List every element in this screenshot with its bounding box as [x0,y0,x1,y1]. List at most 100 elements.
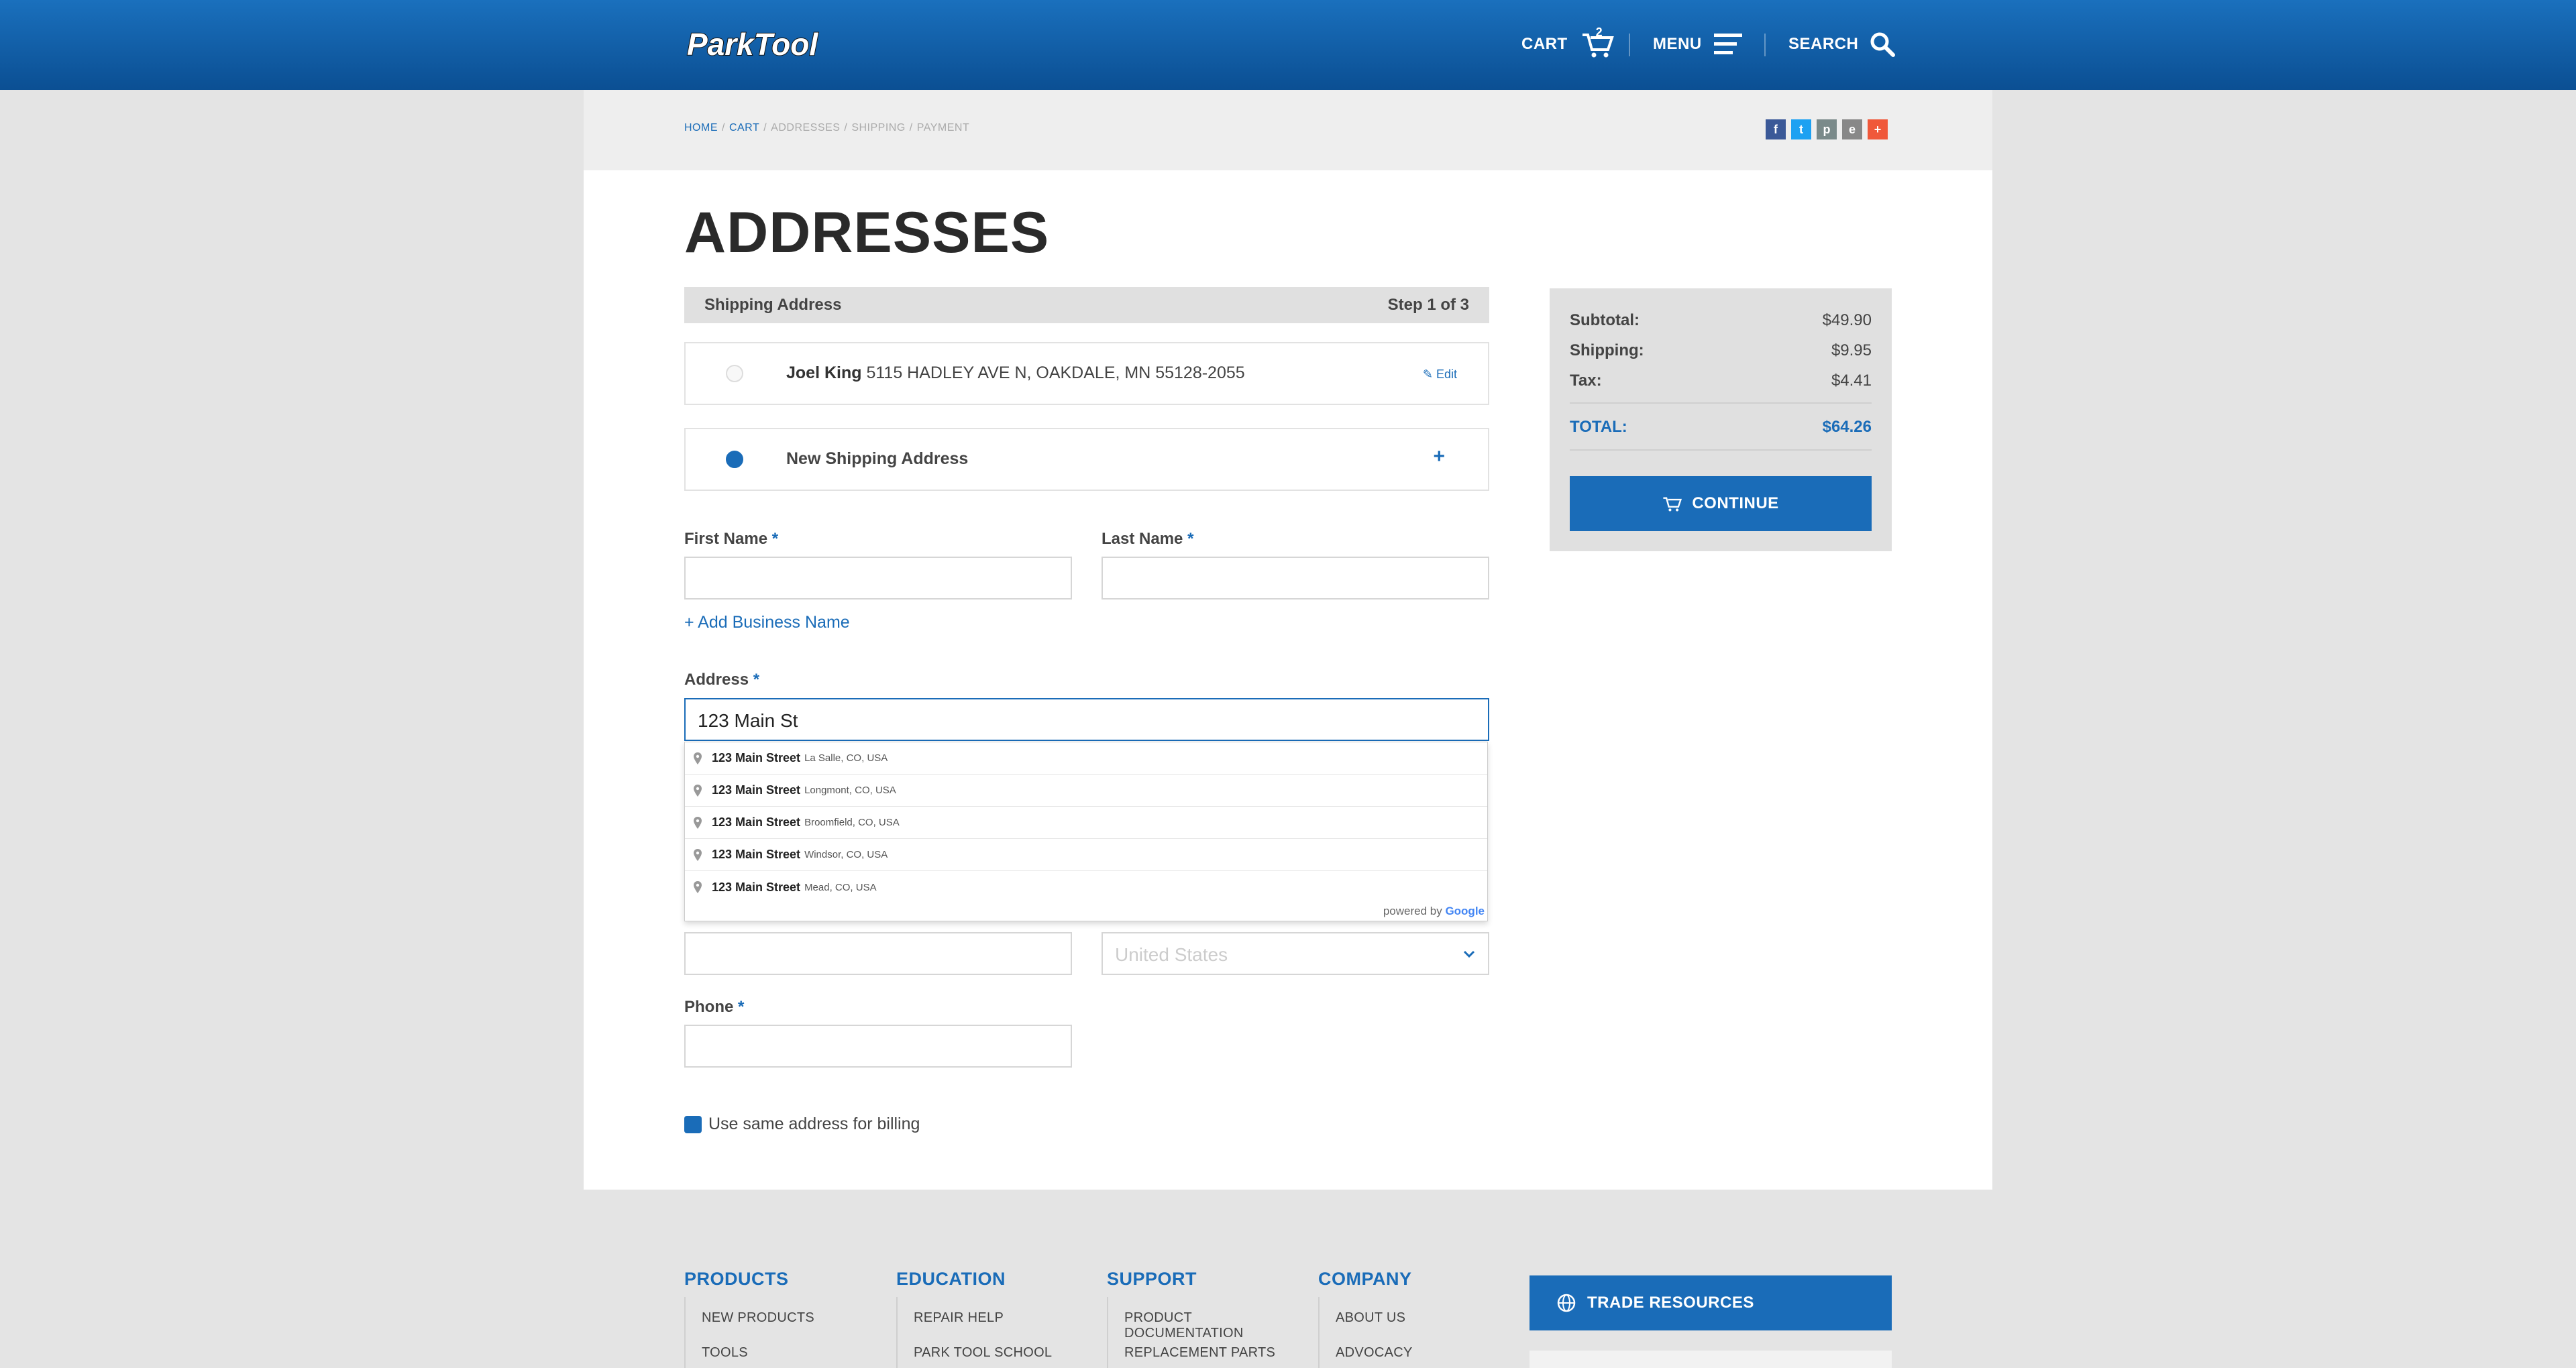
footer-support-title[interactable]: SUPPORT [1107,1269,1197,1290]
saved-address-radio[interactable] [726,365,743,382]
autocomplete-item[interactable]: 123 Main Street La Salle, CO, USA [685,742,1487,775]
footer-link[interactable]: PARK TOOL SCHOOL [914,1345,1052,1361]
autocomplete-item[interactable]: 123 Main Street Broomfield, CO, USA [685,807,1487,839]
cart-count: 2 [1595,25,1603,39]
subtotal-label: Subtotal: [1570,311,1640,329]
add-business-name-link[interactable]: + Add Business Name [684,613,850,632]
saved-address-text: Joel King 5115 HADLEY AVE N, OAKDALE, MN… [786,363,1245,383]
continue-button[interactable]: CONTINUE [1570,476,1872,531]
map-pin-icon [694,881,702,893]
footer-education-title[interactable]: EDUCATION [896,1269,1006,1290]
cart-nav[interactable]: CART 2 [1521,25,1615,62]
new-address-radio[interactable] [726,451,743,468]
country-value: United States [1115,944,1228,965]
shipping-row: Shipping: $9.95 [1570,341,1872,360]
breadcrumb-payment: PAYMENT [916,122,970,133]
footer-link[interactable]: ADVOCACY [1336,1345,1413,1361]
hamburger-icon [1713,34,1742,54]
step-bar: Shipping Address Step 1 of 3 [684,287,1489,323]
autocomplete-main: 123 Main Street [712,848,801,861]
footer-company-title[interactable]: COMPANY [1318,1269,1412,1290]
first-name-label-text: First Name [684,530,768,548]
edit-label: Edit [1436,367,1457,381]
total-label: TOTAL: [1570,418,1627,436]
saved-address-option[interactable]: Joel King 5115 HADLEY AVE N, OAKDALE, MN… [684,342,1489,405]
footer-link[interactable]: NEW PRODUCTS [702,1310,814,1326]
facebook-share-icon[interactable]: f [1766,119,1786,139]
park-tool-logo[interactable]: ParkTool [684,27,885,62]
globe-icon [1557,1294,1576,1312]
footer-link[interactable]: PRODUCT DOCUMENTATION [1124,1310,1301,1341]
tax-label: Tax: [1570,372,1602,390]
first-name-label: First Name * [684,530,778,549]
search-nav[interactable]: SEARCH [1788,27,1896,62]
autocomplete-item[interactable]: 123 Main Street Longmont, CO, USA [685,775,1487,807]
expand-plus-icon[interactable]: + [1433,445,1445,468]
breadcrumb-cart[interactable]: CART [729,122,759,133]
city-input[interactable] [684,932,1072,975]
email-share-icon[interactable]: e [1842,119,1862,139]
more-share-icon[interactable]: + [1868,119,1888,139]
svg-text:ParkTool: ParkTool [687,27,818,62]
breadcrumb-sep: / [844,122,848,133]
required-mark: * [771,530,779,548]
autocomplete-secondary: Mead, CO, USA [804,881,877,893]
autocomplete-item[interactable]: 123 Main Street Mead, CO, USA [685,871,1487,903]
search-label: SEARCH [1788,35,1859,53]
order-summary: Subtotal: $49.90 Shipping: $9.95 Tax: $4… [1550,288,1892,551]
map-pin-icon [694,752,702,764]
breadcrumb-sep: / [763,122,767,133]
address-input[interactable]: 123 Main St [684,698,1489,741]
nav-divider [1764,34,1766,56]
top-header [0,0,2576,90]
menu-label: MENU [1653,35,1702,53]
trade-resources-button[interactable]: TRADE RESOURCES [1529,1275,1892,1330]
trade-resources-label: TRADE RESOURCES [1587,1294,1754,1312]
autocomplete-secondary: Windsor, CO, USA [804,849,888,860]
footer-support-list: PRODUCT DOCUMENTATION REPLACEMENT PARTS [1107,1297,1301,1368]
billing-same-label: Use same address for billing [708,1115,920,1133]
menu-nav[interactable]: MENU [1653,27,1743,62]
chevron-down-icon [1463,950,1475,958]
cart-label: CART [1521,35,1568,53]
total-value: $64.26 [1822,418,1872,436]
last-name-label: Last Name * [1102,530,1193,549]
step-progress: Step 1 of 3 [1387,296,1469,314]
breadcrumb: HOME / CART / ADDRESSES / SHIPPING / PAYMENT [684,122,969,134]
footer-products-list: NEW PRODUCTS TOOLS [684,1297,879,1368]
footer-education-list: REPAIR HELP PARK TOOL SCHOOL [896,1297,1091,1368]
pencil-icon: ✎ [1422,367,1433,381]
edit-address-link[interactable]: ✎ Edit [1423,367,1457,382]
map-pin-icon [694,848,702,861]
phone-label: Phone * [684,998,744,1017]
billing-same-checkbox[interactable] [684,1116,702,1133]
phone-label-text: Phone [684,998,734,1016]
first-name-input[interactable] [684,557,1072,600]
autocomplete-secondary: Broomfield, CO, USA [804,817,900,828]
cart-icon [1663,497,1682,512]
autocomplete-item[interactable]: 123 Main Street Windsor, CO, USA [685,839,1487,871]
twitter-share-icon[interactable]: t [1791,119,1811,139]
shipping-value: $9.95 [1831,341,1872,359]
autocomplete-main: 123 Main Street [712,783,801,797]
phone-input[interactable] [684,1025,1072,1068]
footer-products-title[interactable]: PRODUCTS [684,1269,789,1290]
page-title: ADDRESSES [684,201,1050,265]
country-select[interactable]: United States [1102,932,1489,975]
powered-by-text: powered by [1383,905,1442,917]
breadcrumb-home[interactable]: HOME [684,122,718,133]
last-name-label-text: Last Name [1102,530,1183,548]
footer-link[interactable]: REPAIR HELP [914,1310,1004,1326]
new-address-option[interactable]: New Shipping Address + [684,428,1489,491]
last-name-input[interactable] [1102,557,1489,600]
print-share-icon[interactable]: p [1817,119,1837,139]
breadcrumb-sep: / [722,122,725,133]
footer-link[interactable]: TOOLS [702,1345,748,1361]
autocomplete-main: 123 Main Street [712,880,801,894]
footer-link[interactable]: REPLACEMENT PARTS [1124,1345,1275,1361]
address-label-text: Address [684,671,749,689]
required-mark: * [753,671,760,689]
required-mark: * [1187,530,1194,548]
footer-link[interactable]: ABOUT US [1336,1310,1405,1326]
autocomplete-secondary: Longmont, CO, USA [804,785,896,796]
